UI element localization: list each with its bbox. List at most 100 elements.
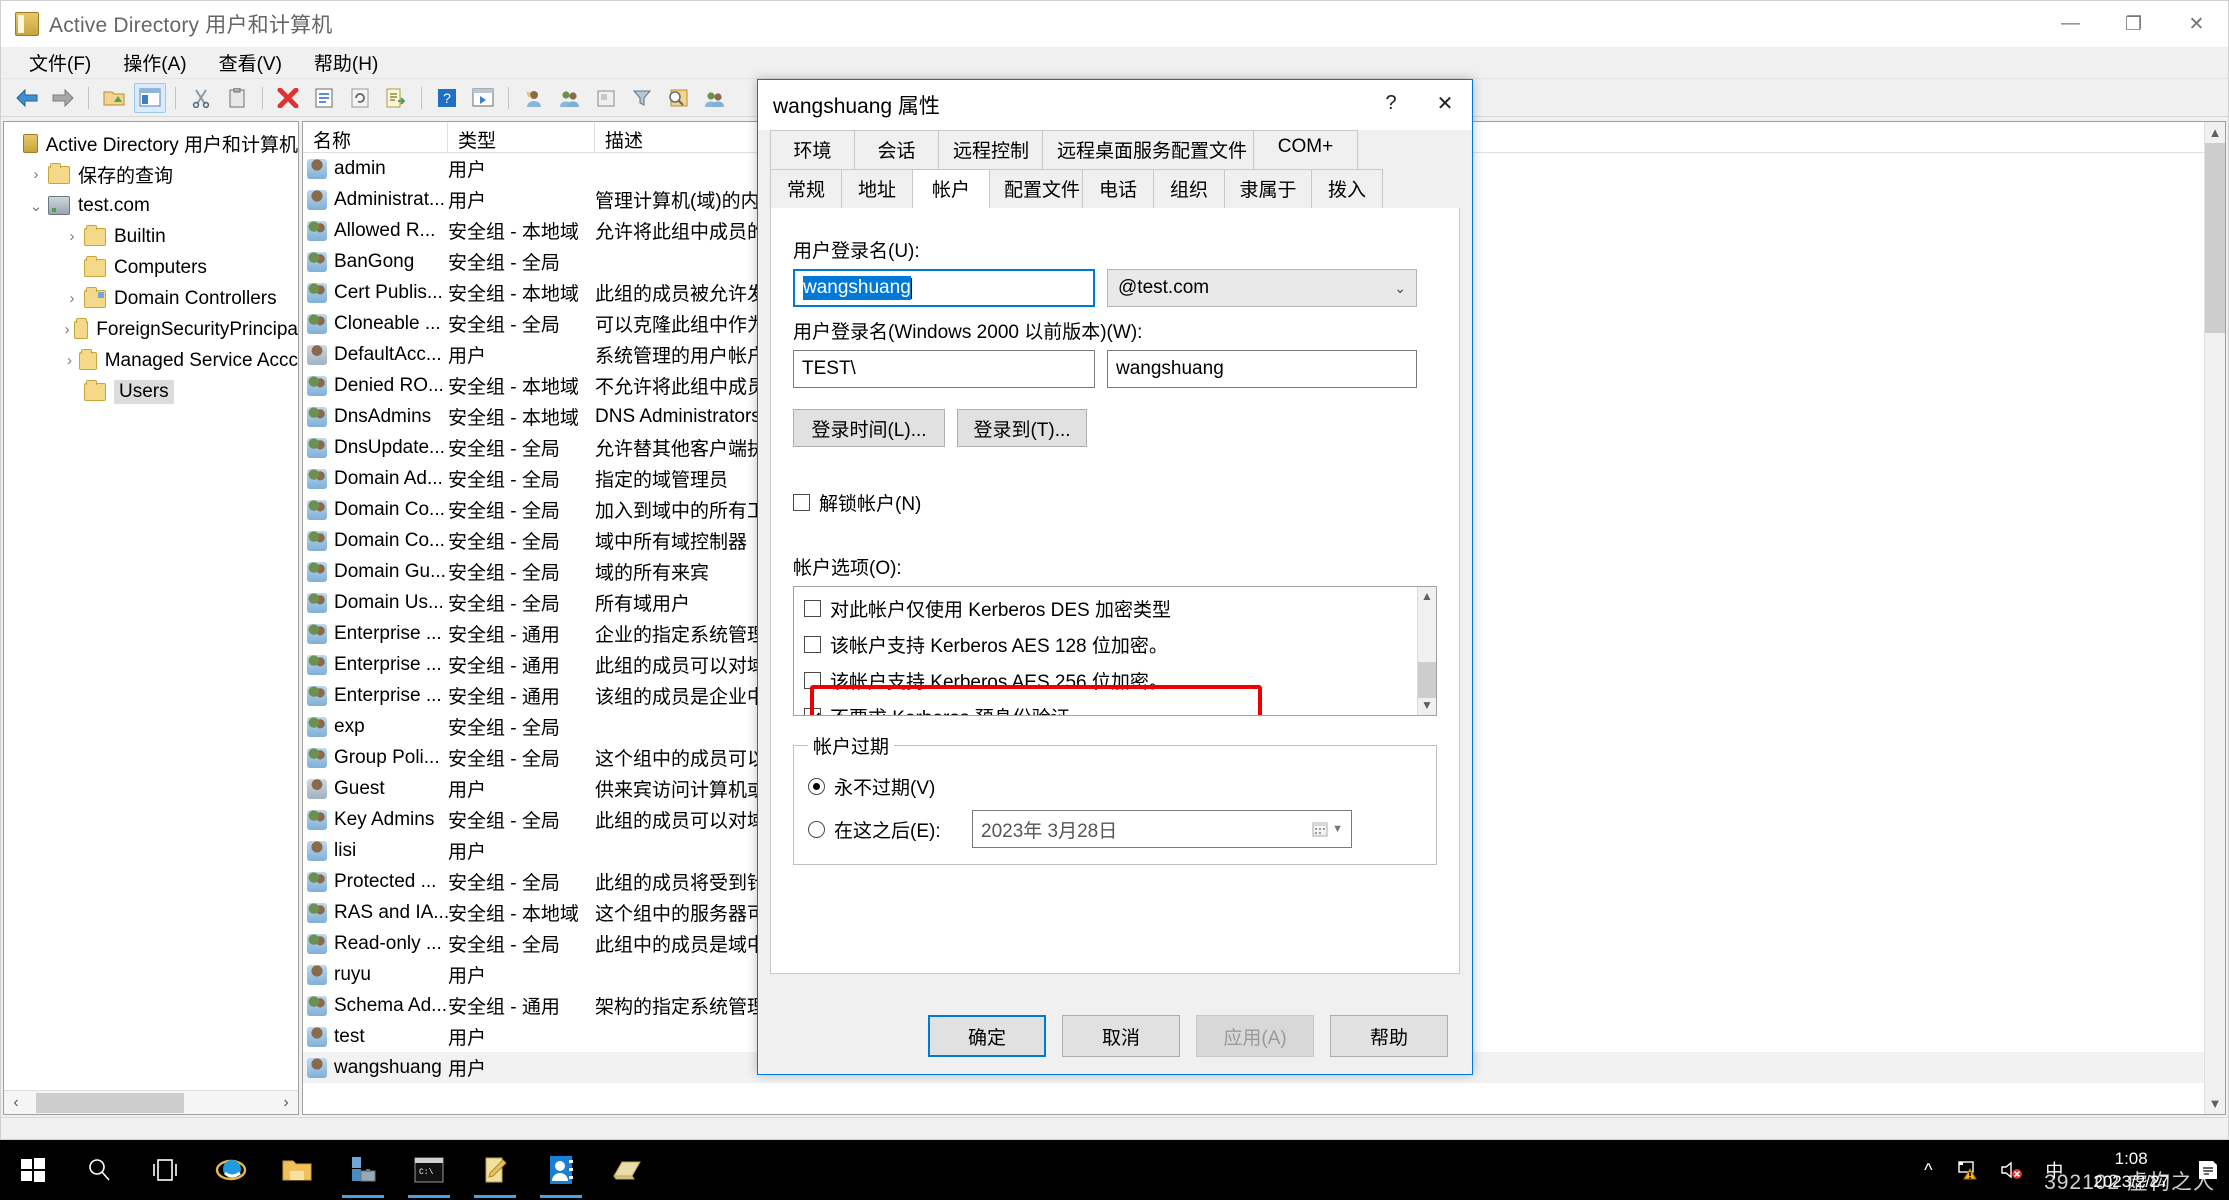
dialog-help-button[interactable]: ?: [1364, 80, 1418, 126]
option-kerberos-aes128[interactable]: 该帐户支持 Kerberos AES 128 位加密。: [804, 631, 1436, 658]
expiry-never-radio[interactable]: [808, 778, 825, 795]
ok-button[interactable]: 确定: [928, 1015, 1046, 1057]
tree-expander[interactable]: ›: [24, 166, 48, 183]
account-options-list[interactable]: 对此帐户仅使用 Kerberos DES 加密类型 该帐户支持 Kerberos…: [793, 586, 1437, 716]
notepad-icon[interactable]: [462, 1140, 528, 1200]
tab-account[interactable]: 帐户: [912, 169, 990, 209]
maximize-button[interactable]: ❐: [2102, 1, 2165, 47]
menu-view[interactable]: 查看(V): [205, 46, 296, 79]
help-icon[interactable]: ?: [431, 83, 463, 113]
action-center-icon[interactable]: [2187, 1140, 2229, 1200]
sidebar-item-saved-queries[interactable]: › 保存的查询: [8, 159, 298, 190]
paste-icon[interactable]: [221, 83, 253, 113]
unlock-account-checkbox[interactable]: [793, 494, 810, 511]
expiry-date-input[interactable]: 2023年 3月28日 ▼: [972, 810, 1352, 848]
column-header-name[interactable]: 名称: [303, 122, 448, 152]
logon-to-button[interactable]: 登录到(T)...: [957, 409, 1087, 447]
tree-expander[interactable]: ›: [60, 228, 84, 245]
options-vertical-scrollbar[interactable]: ▲ ▼: [1417, 587, 1436, 715]
tree-horizontal-scrollbar[interactable]: ‹ ›: [4, 1090, 298, 1114]
tab-environment[interactable]: 环境: [770, 130, 855, 169]
properties-icon[interactable]: [308, 83, 340, 113]
search-icon[interactable]: [66, 1140, 132, 1200]
up-folder-icon[interactable]: [98, 83, 130, 113]
file-explorer-icon[interactable]: [264, 1140, 330, 1200]
ime-indicator[interactable]: 中: [2033, 1140, 2075, 1200]
expiry-end-of-row[interactable]: 在这之后(E): 2023年 3月28日 ▼: [808, 810, 1422, 848]
tab-dial-in[interactable]: 拨入: [1311, 169, 1383, 208]
tab-organization[interactable]: 组织: [1153, 169, 1225, 208]
tab-general[interactable]: 常规: [770, 169, 842, 208]
option-kerberos-aes256[interactable]: 该帐户支持 Kerberos AES 256 位加密。: [804, 667, 1436, 694]
network-warning-icon[interactable]: [1949, 1140, 1991, 1200]
sidebar-item-domain-controllers[interactable]: › Domain Controllers: [8, 283, 298, 314]
powershell-icon[interactable]: [594, 1140, 660, 1200]
tab-address[interactable]: 地址: [841, 169, 913, 208]
sidebar-item-foreign-security-principals[interactable]: › ForeignSecurityPrincipa: [8, 314, 298, 345]
option-checkbox[interactable]: [804, 600, 821, 617]
tab-rds-profile[interactable]: 远程桌面服务配置文件: [1042, 130, 1254, 169]
find-icon[interactable]: [662, 83, 694, 113]
new-group-icon[interactable]: [554, 83, 586, 113]
forward-icon[interactable]: [47, 83, 79, 113]
delete-icon[interactable]: [272, 83, 304, 113]
command-prompt-icon[interactable]: C:\: [396, 1140, 462, 1200]
tree-expander[interactable]: ⌄: [24, 197, 48, 215]
column-header-type[interactable]: 类型: [448, 122, 595, 152]
cancel-button[interactable]: 取消: [1062, 1015, 1180, 1057]
ad-users-computers-icon[interactable]: [528, 1140, 594, 1200]
sidebar-item-builtin[interactable]: › Builtin: [8, 221, 298, 252]
add-member-icon[interactable]: [698, 83, 730, 113]
server-manager-icon[interactable]: [330, 1140, 396, 1200]
sidebar-item-computers[interactable]: › Computers: [8, 252, 298, 283]
pre2000-name-input[interactable]: wangshuang: [1107, 350, 1417, 388]
option-kerberos-des[interactable]: 对此帐户仅使用 Kerberos DES 加密类型: [804, 595, 1436, 622]
show-console-tree-icon[interactable]: [467, 83, 499, 113]
scroll-up-icon[interactable]: ▲: [1418, 587, 1436, 606]
show-hide-tree-icon[interactable]: [134, 82, 166, 113]
scroll-thumb[interactable]: [1418, 662, 1436, 698]
tab-sessions[interactable]: 会话: [854, 130, 939, 169]
option-checkbox[interactable]: [804, 636, 821, 653]
scroll-thumb[interactable]: [36, 1093, 184, 1113]
tab-profile[interactable]: 配置文件: [989, 169, 1083, 208]
tree-expander[interactable]: ›: [60, 352, 79, 369]
close-button[interactable]: ✕: [2165, 1, 2228, 47]
tree-expander[interactable]: ›: [60, 290, 84, 307]
calendar-dropdown-icon[interactable]: ▼: [1312, 821, 1343, 837]
export-list-icon[interactable]: [380, 83, 412, 113]
minimize-button[interactable]: —: [2039, 1, 2102, 47]
sidebar-item-test-com[interactable]: ⌄ test.com: [8, 190, 298, 221]
volume-muted-icon[interactable]: [1991, 1140, 2033, 1200]
refresh-icon[interactable]: [344, 83, 376, 113]
windows-start-icon[interactable]: [0, 1140, 66, 1200]
logon-name-input[interactable]: wangshuang: [793, 269, 1095, 307]
scroll-right-icon[interactable]: ›: [274, 1094, 298, 1112]
list-vertical-scrollbar[interactable]: ▲ ▼: [2204, 122, 2225, 1114]
filter-icon[interactable]: [626, 83, 658, 113]
menu-help[interactable]: 帮助(H): [300, 46, 392, 79]
tab-telephones[interactable]: 电话: [1082, 169, 1154, 208]
expiry-never-radio-row[interactable]: 永不过期(V): [808, 773, 1422, 800]
scroll-down-icon[interactable]: ▼: [1418, 696, 1436, 715]
tray-chevron-icon[interactable]: ^: [1907, 1140, 1949, 1200]
tab-com-plus[interactable]: COM+: [1253, 130, 1358, 169]
option-checkbox[interactable]: [804, 708, 821, 715]
internet-explorer-icon[interactable]: [198, 1140, 264, 1200]
clock[interactable]: 1:08 2023/2/27: [2075, 1147, 2187, 1193]
pre2000-domain-input[interactable]: TEST\: [793, 350, 1095, 388]
tree-expander[interactable]: ›: [60, 321, 74, 338]
expiry-end-of-radio[interactable]: [808, 820, 825, 838]
menu-file[interactable]: 文件(F): [15, 46, 105, 79]
new-contact-icon[interactable]: [590, 83, 622, 113]
scroll-left-icon[interactable]: ‹: [4, 1094, 28, 1112]
tab-member-of[interactable]: 隶属于: [1224, 169, 1312, 208]
help-button[interactable]: 帮助: [1330, 1015, 1448, 1057]
unlock-account-checkbox-row[interactable]: 解锁帐户(N): [793, 489, 1437, 516]
new-user-icon[interactable]: [518, 83, 550, 113]
sidebar-item-users[interactable]: › Users: [8, 376, 298, 407]
scroll-up-icon[interactable]: ▲: [2205, 122, 2225, 143]
cut-icon[interactable]: [185, 83, 217, 113]
option-checkbox[interactable]: [804, 672, 821, 689]
task-view-icon[interactable]: [132, 1140, 198, 1200]
